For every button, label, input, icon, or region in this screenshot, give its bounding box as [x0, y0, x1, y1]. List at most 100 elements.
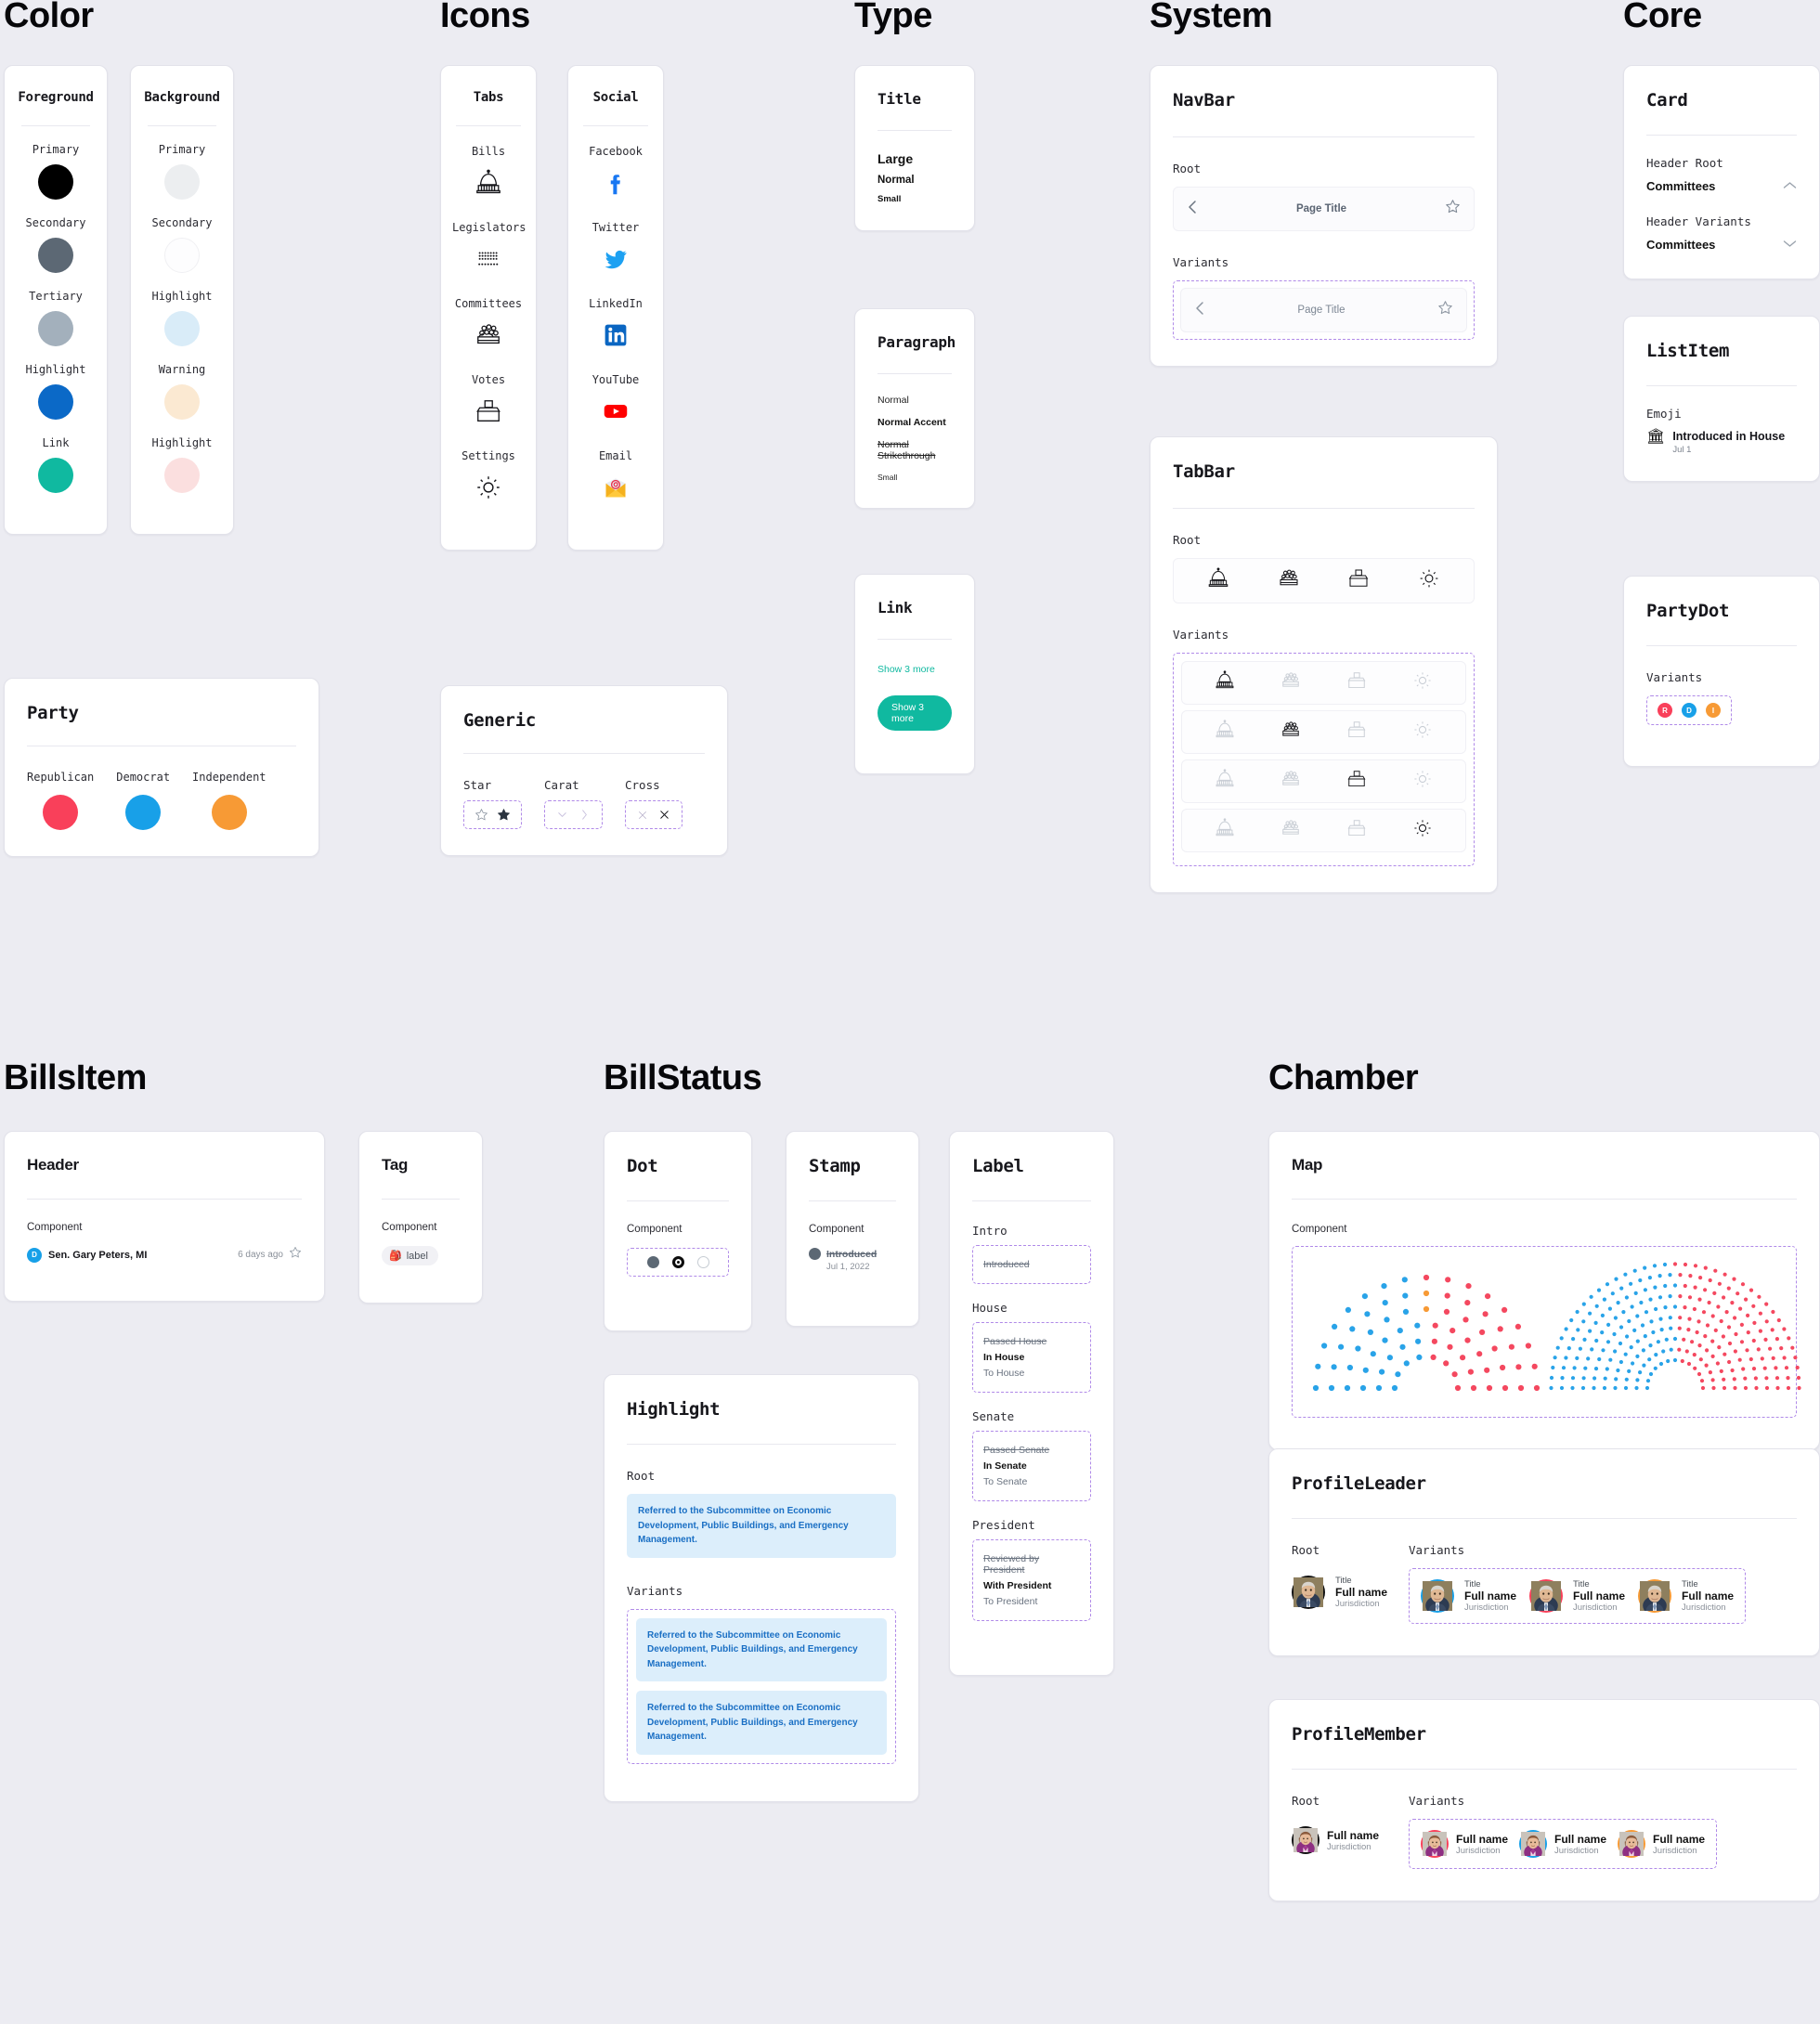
star-icon[interactable] — [463, 800, 522, 829]
label-item: Passed Senate — [983, 1445, 1050, 1456]
tabbar-variant[interactable] — [1181, 759, 1466, 803]
ballot-box-icon[interactable] — [1346, 769, 1367, 794]
capitol-dome-icon[interactable] — [1215, 769, 1235, 794]
committees-people-icon[interactable] — [1278, 567, 1300, 594]
navbar-variant[interactable]: Page Title — [1180, 288, 1467, 332]
tag-pill[interactable]: 🎒 label — [382, 1246, 438, 1265]
party-swatch-dot — [211, 795, 247, 830]
color-swatch-label: Highlight — [151, 436, 213, 449]
dot-filled[interactable] — [646, 1256, 659, 1268]
color-swatch-label: Primary — [32, 143, 80, 156]
highlight-variant-text-2: Referred to the Subcommittee on Economic… — [636, 1691, 887, 1755]
paragraph-card-title: Paragraph — [878, 333, 956, 351]
navbar-variant-page-title: Page Title — [1297, 305, 1346, 316]
profile-member-variant[interactable]: Full name Jurisdiction — [1421, 1830, 1508, 1861]
paragraph-sample-accent: Normal Accent — [878, 417, 946, 428]
generic-card-title: Generic — [463, 710, 536, 731]
committees-people-icon[interactable] — [1280, 818, 1301, 843]
section-title-core: Core — [1623, 0, 1702, 35]
profilemember-card-title: ProfileMember — [1292, 1724, 1426, 1745]
party-dot-r[interactable]: R — [1658, 703, 1672, 718]
ballot-box-icon[interactable] — [1347, 567, 1370, 594]
profile-name: Full name — [1335, 1586, 1388, 1599]
profile-leader-variant[interactable]: Title Full name Jurisdiction — [1529, 1579, 1625, 1615]
generic-icons-card: Generic Star Carat Cross — [440, 685, 728, 856]
gear-icon[interactable] — [1412, 670, 1433, 695]
committees-people-icon[interactable] — [1280, 769, 1301, 794]
gear-icon[interactable] — [1412, 720, 1433, 745]
ballot-box-icon[interactable] — [1346, 818, 1367, 843]
capitol-dome-icon[interactable] — [1215, 720, 1235, 745]
chevron-down-icon[interactable] — [1783, 236, 1797, 253]
gear-icon[interactable] — [1412, 769, 1433, 794]
committees-people-icon[interactable] — [1280, 670, 1301, 695]
profilemember-variants-frame: Full name Jurisdiction Full name Jurisdi… — [1409, 1819, 1718, 1869]
icon-label: Facebook — [589, 145, 643, 158]
profile-jurisdiction: Jurisdiction — [1327, 1841, 1372, 1852]
navbar-back-icon[interactable] — [1187, 200, 1198, 219]
dot-ring-filled[interactable] — [671, 1256, 684, 1268]
navbar-root[interactable]: Page Title — [1173, 187, 1475, 231]
card-header-variants-text: Committees — [1646, 237, 1716, 252]
tabbar-variants-frame — [1173, 653, 1475, 866]
star-outline-icon[interactable] — [289, 1246, 302, 1264]
party-dot-i[interactable]: I — [1706, 703, 1721, 718]
navbar-variant-star-icon[interactable] — [1437, 300, 1453, 320]
generic-icon-label: Star — [463, 778, 492, 792]
profile-member-variant[interactable]: Full name Jurisdiction — [1618, 1830, 1705, 1861]
gear-icon[interactable] — [1418, 567, 1440, 594]
profile-member-root[interactable]: Full name Jurisdiction — [1292, 1826, 1409, 1857]
carat-icon[interactable] — [544, 800, 603, 829]
bills-header-row[interactable]: D Sen. Gary Peters, MI 6 days ago — [27, 1246, 302, 1264]
navbar-variant-back-icon[interactable] — [1194, 301, 1205, 320]
capitol-dome-icon[interactable] — [1207, 567, 1229, 594]
profile-leader-root[interactable]: Title Full name Jurisdiction — [1292, 1576, 1409, 1612]
show-more-button[interactable]: Show 3 more — [878, 695, 952, 731]
committees-people-icon[interactable] — [1280, 720, 1301, 745]
link-type-card: Link Show 3 more Show 3 more — [854, 574, 975, 774]
label-item: Introduced — [983, 1259, 1030, 1270]
dot-empty[interactable] — [696, 1256, 709, 1268]
chevron-up-icon[interactable] — [1783, 177, 1797, 194]
icon-label: Committees — [454, 297, 523, 310]
tabbar-variant[interactable] — [1181, 809, 1466, 852]
partydot-card-title: PartyDot — [1646, 601, 1730, 621]
card-header-variants-label: Header Variants — [1646, 214, 1751, 228]
dot-component-label: Component — [627, 1224, 682, 1235]
cross-icon[interactable] — [625, 800, 682, 829]
ballot-box-icon[interactable] — [1346, 720, 1367, 745]
paragraph-sample-strikethrough: Normal Strikethrough — [878, 439, 936, 461]
profile-leader-variant[interactable]: Title Full name Jurisdiction — [1638, 1579, 1734, 1615]
label-group-name: Senate — [972, 1409, 1015, 1423]
ballot-box-icon[interactable] — [1346, 670, 1367, 695]
section-title-type: Type — [854, 0, 932, 35]
show-more-link[interactable]: Show 3 more — [878, 664, 952, 675]
party-dot-d[interactable]: D — [1682, 703, 1696, 718]
profileleader-variants-label: Variants — [1409, 1543, 1465, 1557]
profile-jurisdiction: Jurisdiction — [1573, 1602, 1618, 1613]
card-header-root[interactable]: Committees — [1646, 177, 1797, 194]
capitol-dome-icon[interactable] — [1215, 818, 1235, 843]
navbar-star-icon[interactable] — [1445, 199, 1461, 219]
color-swatch-label: Warning — [158, 363, 206, 376]
navbar-variants-label: Variants — [1173, 255, 1229, 269]
map-component-frame — [1292, 1246, 1801, 1418]
capitol-dome-icon[interactable] — [1215, 670, 1235, 695]
tabbar-root[interactable] — [1173, 558, 1475, 603]
list-item[interactable]: 🏛 Introduced in House Jul 1 — [1646, 430, 1797, 456]
card-header-variants[interactable]: Committees — [1646, 236, 1797, 253]
gear-icon[interactable] — [1412, 818, 1433, 843]
map-card-title: Map — [1292, 1156, 1323, 1174]
tabbar-card: TabBar Root Variants — [1150, 436, 1498, 893]
billsitem-header-component-label: Component — [27, 1222, 83, 1233]
title-type-card: Title Large Normal Small — [854, 65, 975, 231]
tabbar-variant[interactable] — [1181, 661, 1466, 705]
profileleader-card-title: ProfileLeader — [1292, 1473, 1426, 1494]
avatar — [1519, 1830, 1548, 1861]
profilemember-card: ProfileMember Root Full name Jurisdictio… — [1268, 1699, 1820, 1901]
profile-member-variant[interactable]: Full name Jurisdiction — [1519, 1830, 1606, 1861]
tabs-icons-card: Tabs Bills Legislators Committees Votes … — [440, 65, 537, 551]
tabbar-variant[interactable] — [1181, 710, 1466, 754]
color-swatch-dot — [164, 384, 200, 420]
profile-leader-variant[interactable]: Title Full name Jurisdiction — [1421, 1579, 1516, 1615]
